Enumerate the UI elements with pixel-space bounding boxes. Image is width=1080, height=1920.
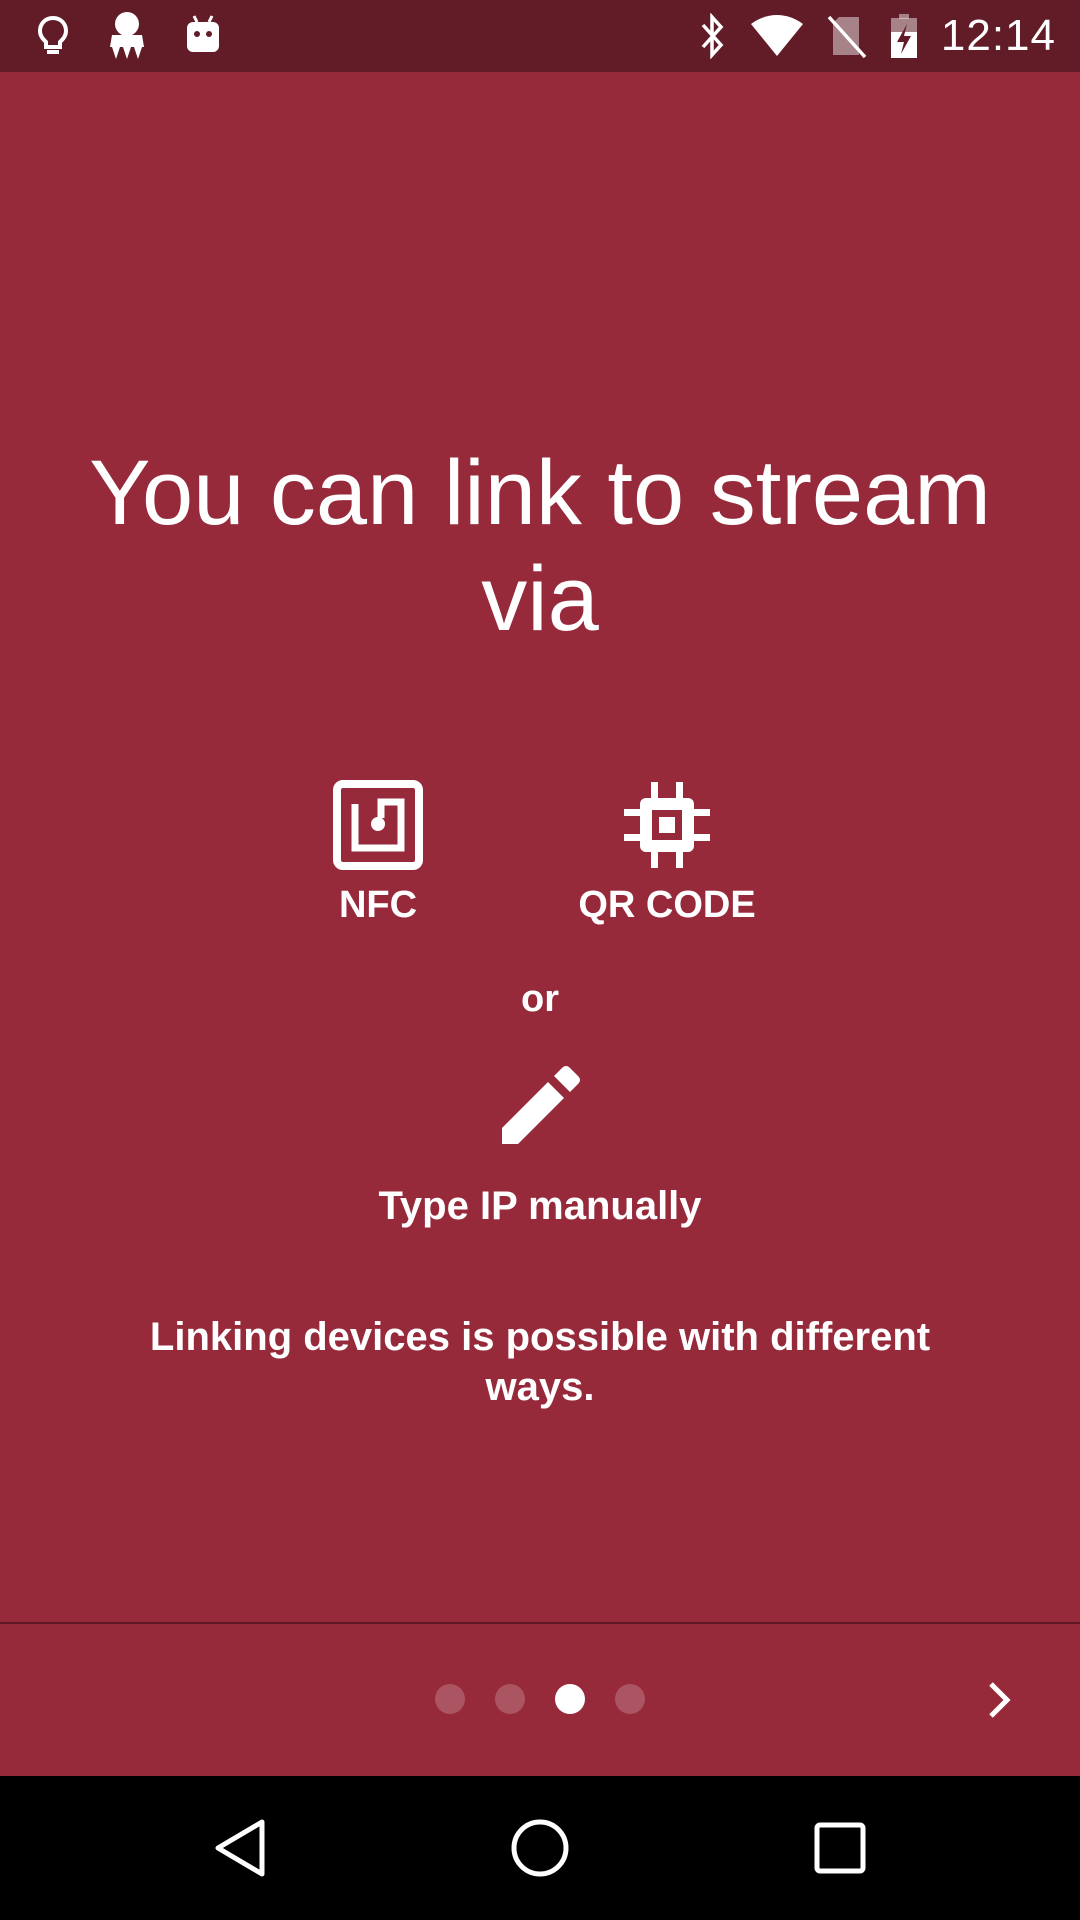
chip-icon [624,782,710,868]
next-button[interactable] [960,1666,1040,1734]
bottom-divider [0,1622,1080,1624]
page-dot-1 [435,1684,465,1714]
description: Linking devices is possible with differe… [149,1315,931,1409]
status-time: 12:14 [940,11,1056,60]
battery-charging-icon [890,14,917,58]
manual-label: Type IP manually [378,1184,702,1228]
lightbulb-icon [37,15,69,54]
or-separator: or [521,978,559,1020]
wifi-icon [750,15,803,56]
headline: You can link to stream via [89,442,991,650]
page-dot-3 [555,1684,585,1714]
method-label-nfc: NFC [338,884,418,926]
pencil-icon [502,1066,580,1144]
method-manual-ip: Type IP manually [0,1064,1080,1229]
recents-icon [814,1822,866,1874]
recents-button[interactable] [760,1776,920,1920]
method-nfc: NFC [248,780,508,927]
page-indicator [0,1684,1080,1716]
android-debug-icon [187,15,219,52]
home-button[interactable] [460,1776,620,1920]
page-dot-2 [495,1684,525,1714]
method-qr-code: QR CODE [537,780,797,927]
back-icon [215,1819,265,1877]
notification-icons [36,8,222,64]
bluetooth-icon [701,13,724,59]
status-bar: 12:14 [0,0,1080,72]
nfc-icon [333,780,423,870]
method-label-qr-code: QR CODE [578,884,756,926]
back-button[interactable] [160,1776,320,1920]
home-icon [511,1819,569,1877]
app-notification-icon [110,12,144,59]
system-icons: 12:14 [699,8,1056,64]
navigation-bar [0,1776,1080,1920]
page-dot-4 [615,1684,645,1714]
chevron-right-icon [989,1682,1011,1718]
no-sim-icon [827,15,867,59]
